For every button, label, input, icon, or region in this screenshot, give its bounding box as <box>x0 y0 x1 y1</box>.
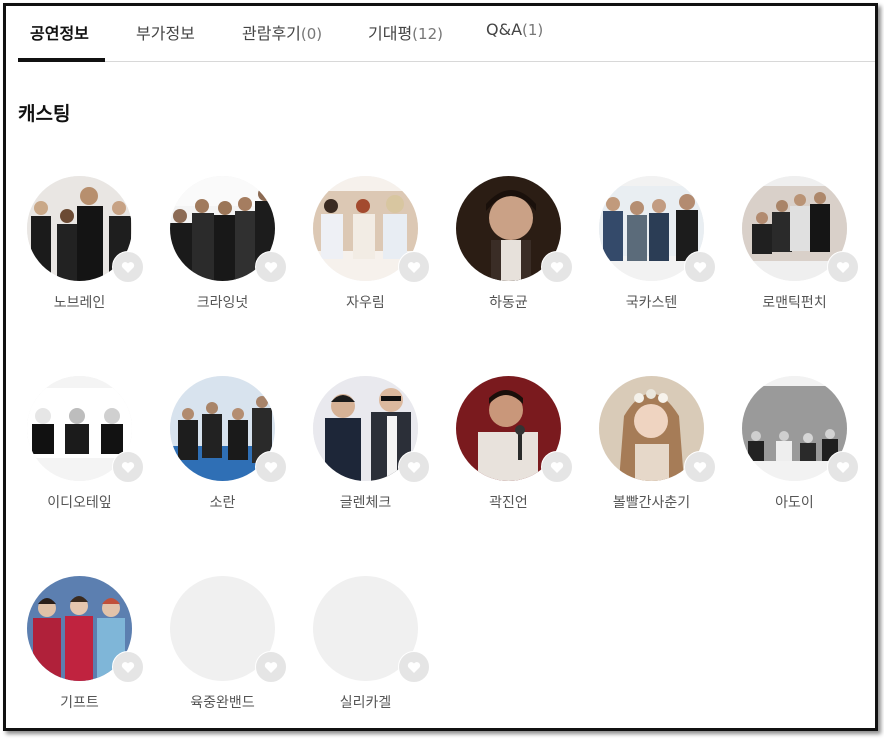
tab-label: 부가정보 <box>136 24 195 43</box>
cast-item: 국카스텐 <box>599 176 716 316</box>
heart-icon <box>407 461 421 473</box>
favorite-button[interactable] <box>684 451 716 483</box>
tab-label: 공연정보 <box>30 24 89 43</box>
tab-label: Q&A <box>486 20 523 39</box>
cast-item: 기프트 <box>27 576 144 716</box>
heart-icon <box>407 661 421 673</box>
heart-icon <box>121 461 135 473</box>
section-title: 캐스팅 <box>18 103 71 125</box>
tab-label: 관람후기 <box>242 24 301 43</box>
cast-item: 크라잉넛 <box>170 176 287 316</box>
heart-icon <box>407 261 421 273</box>
favorite-button[interactable] <box>541 251 573 283</box>
cast-name[interactable]: 기프트 <box>27 692 132 712</box>
heart-icon <box>693 261 707 273</box>
cast-name[interactable]: 볼빨간사춘기 <box>599 492 704 512</box>
active-tab-indicator <box>18 58 105 62</box>
heart-icon <box>693 461 707 473</box>
cast-item: 실리카겔 <box>313 576 430 716</box>
heart-icon <box>264 261 278 273</box>
tab-reviews[interactable]: 관람후기(0) <box>242 20 322 44</box>
cast-name[interactable]: 아도이 <box>742 492 847 512</box>
heart-icon <box>121 661 135 673</box>
cast-name[interactable]: 로맨틱펀치 <box>742 292 847 312</box>
favorite-button[interactable] <box>112 251 144 283</box>
favorite-button[interactable] <box>112 451 144 483</box>
favorite-button[interactable] <box>255 451 287 483</box>
cast-name[interactable]: 글렌체크 <box>313 492 418 512</box>
cast-item: 하동균 <box>456 176 573 316</box>
favorite-button[interactable] <box>398 251 430 283</box>
cast-name[interactable]: 하동균 <box>456 292 561 312</box>
heart-icon <box>264 661 278 673</box>
heart-icon <box>550 461 564 473</box>
tab-label: 기대평 <box>368 24 413 43</box>
cast-name[interactable]: 국카스텐 <box>599 292 704 312</box>
cast-item: 글렌체크 <box>313 376 430 516</box>
heart-icon <box>264 461 278 473</box>
favorite-button[interactable] <box>255 651 287 683</box>
cast-name[interactable]: 크라잉넛 <box>170 292 275 312</box>
cast-name[interactable]: 이디오테잎 <box>27 492 132 512</box>
heart-icon <box>121 261 135 273</box>
tab-count: (1) <box>522 21 544 39</box>
cast-item: 이디오테잎 <box>27 376 144 516</box>
tab-performance-info[interactable]: 공연정보 <box>30 20 89 44</box>
cast-item: 아도이 <box>742 376 859 516</box>
cast-item: 로맨틱펀치 <box>742 176 859 316</box>
cast-item: 자우림 <box>313 176 430 316</box>
cast-name[interactable]: 자우림 <box>313 292 418 312</box>
cast-item: 볼빨간사춘기 <box>599 376 716 516</box>
cast-name[interactable]: 곽진언 <box>456 492 561 512</box>
cast-item: 소란 <box>170 376 287 516</box>
cast-name[interactable]: 실리카겔 <box>313 692 418 712</box>
cast-item: 육중완밴드 <box>170 576 287 716</box>
tab-additional-info[interactable]: 부가정보 <box>136 20 195 44</box>
tab-bar: 공연정보 부가정보 관람후기(0) 기대평(12) Q&A(1) <box>18 6 875 62</box>
cast-item: 노브레인 <box>27 176 144 316</box>
window-frame: 공연정보 부가정보 관람후기(0) 기대평(12) Q&A(1) 캐스팅 노브레… <box>3 3 878 731</box>
favorite-button[interactable] <box>684 251 716 283</box>
favorite-button[interactable] <box>255 251 287 283</box>
favorite-button[interactable] <box>827 451 859 483</box>
cast-name[interactable]: 노브레인 <box>27 292 132 312</box>
tab-expectations[interactable]: 기대평(12) <box>368 20 443 44</box>
tab-count: (0) <box>300 25 323 43</box>
heart-icon <box>836 261 850 273</box>
cast-item: 곽진언 <box>456 376 573 516</box>
heart-icon <box>550 261 564 273</box>
tab-qna[interactable]: Q&A(1) <box>486 20 543 39</box>
favorite-button[interactable] <box>827 251 859 283</box>
cast-name[interactable]: 육중완밴드 <box>170 692 275 712</box>
heart-icon <box>836 461 850 473</box>
favorite-button[interactable] <box>398 451 430 483</box>
cast-name[interactable]: 소란 <box>170 492 275 512</box>
favorite-button[interactable] <box>398 651 430 683</box>
tab-count: (12) <box>412 25 443 43</box>
favorite-button[interactable] <box>541 451 573 483</box>
favorite-button[interactable] <box>112 651 144 683</box>
